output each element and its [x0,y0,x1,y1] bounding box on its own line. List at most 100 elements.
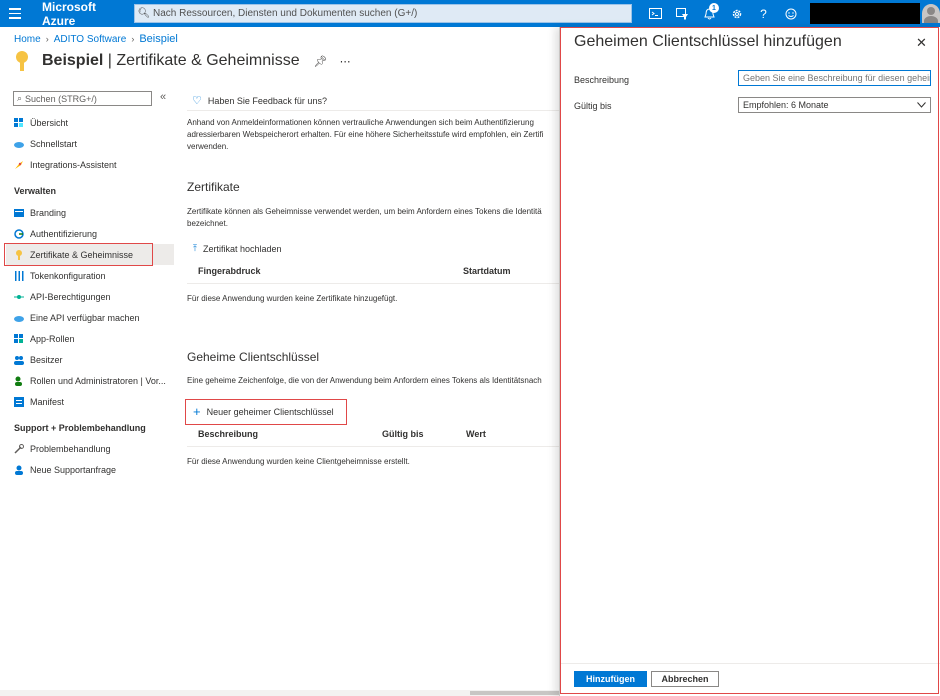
cloud-shell-icon[interactable] [642,0,669,27]
sidebar-item-authentication[interactable]: Authentifizierung [6,223,174,244]
chevron-right-icon: › [45,34,49,44]
sidebar-item-label: API-Berechtigungen [30,291,111,302]
chevron-down-icon [917,100,926,110]
sidebar-item-manifest[interactable]: Manifest [6,391,174,412]
breadcrumb: Home › ADITO Software › Beispiel [14,33,178,45]
feedback-link[interactable]: ♡ Haben Sie Feedback für uns? [192,94,327,107]
secrets-empty: Für diese Anwendung wurden keine Clientg… [187,457,410,466]
feedback-smiley-icon[interactable] [777,0,804,27]
sidebar-search-placeholder: Suchen (STRG+/) [25,93,97,104]
upload-certificate-button[interactable]: ⤒ Zertifikat hochladen [193,243,282,254]
panel-footer-divider [560,663,940,664]
global-search-input[interactable]: 🔍︎ Nach Ressourcen, Diensten und Dokumen… [134,4,632,23]
secrets-line: Eine geheime Zeichenfolge, die von der A… [187,376,542,385]
intro-line-2: adressierbaren Webspeicherort erhalten. … [187,130,544,139]
app-roles-icon [14,333,24,344]
row-divider [187,283,559,284]
certificates-line-2: bezeichnet. [187,219,228,228]
sidebar-item-troubleshooting[interactable]: Problembehandlung [6,438,174,459]
sidebar-item-branding[interactable]: Branding [6,202,174,223]
sidebar-item-new-support-request[interactable]: Neue Supportanfrage [6,459,174,480]
col-value[interactable]: Wert [466,429,486,439]
page-header: Beispiel | Zertifikate & Geheimnisse 📌︎ … [14,50,351,72]
sidebar-item-quickstart[interactable]: Schnellstart [6,133,174,154]
chevron-right-icon: › [131,34,135,44]
valid-until-value: Empfohlen: 6 Monate [743,100,829,110]
main-content: ♡ Haben Sie Feedback für uns? Anhand von… [187,88,559,688]
breadcrumb-home[interactable]: Home [14,34,41,45]
account-info-redacted[interactable] [810,3,920,24]
manifest-icon [14,396,24,407]
sidebar-item-overview[interactable]: Übersicht [6,112,174,133]
gear-icon[interactable] [723,0,750,27]
people-icon [14,355,24,365]
cloud-api-icon [14,313,24,323]
description-input[interactable] [738,70,931,86]
certificates-title: Zertifikate [187,180,240,194]
collapse-sidebar-icon[interactable]: « [160,91,166,103]
page-title: Beispiel | Zertifikate & Geheimnisse [42,52,300,69]
sidebar-item-roles-admins[interactable]: Rollen und Administratoren | Vor... [6,370,174,391]
help-icon[interactable]: ? [750,0,777,27]
roles-admins-icon [14,376,24,386]
upload-certificate-label: Zertifikat hochladen [202,243,282,254]
row-divider [187,446,559,447]
add-button[interactable]: Hinzufügen [574,671,647,687]
breadcrumb-org[interactable]: ADITO Software [54,34,127,45]
menu-icon[interactable] [0,0,30,27]
col-thumbprint[interactable]: Fingerabdruck [198,266,261,276]
sidebar-item-token-configuration[interactable]: Tokenkonfiguration [6,265,174,286]
divider [187,110,559,111]
feedback-label: Haben Sie Feedback für uns? [207,95,327,106]
secrets-title: Geheime Clientschlüssel [187,350,320,364]
sidebar-group-support: Support + Problembehandlung [14,423,146,433]
more-options-icon[interactable]: ⋯ [340,55,351,68]
notifications-icon[interactable]: 1 [696,0,723,27]
authentication-icon [14,228,24,239]
add-client-secret-panel: Geheimen Clientschlüssel hinzufügen ✕ Be… [559,27,940,696]
header-actions: 📌︎ ⋯ [314,55,351,68]
api-permissions-icon [14,292,24,302]
sidebar-group-manage: Verwalten [14,186,57,196]
close-icon[interactable]: ✕ [916,35,927,51]
sidebar-item-label: Übersicht [30,117,69,128]
directory-filter-icon[interactable] [669,0,696,27]
sidebar-item-label: Authentifizierung [30,228,98,239]
sidebar-search-input[interactable]: ⌕ Suchen (STRG+/) [13,91,152,106]
sidebar: ⌕ Suchen (STRG+/) « Übersicht Schnellsta… [0,88,175,688]
sidebar-item-label: Schnellstart [30,138,78,149]
sidebar-item-label: Problembehandlung [30,443,111,454]
description-label: Beschreibung [574,75,630,85]
key-icon [14,50,34,72]
sidebar-item-expose-api[interactable]: Eine API verfügbar machen [6,307,174,328]
sidebar-item-label: Tokenkonfiguration [30,270,106,281]
col-start-date[interactable]: Startdatum [463,266,511,276]
cloud-icon [14,139,24,149]
panel-title: Geheimen Clientschlüssel hinzufügen [574,33,842,50]
sidebar-item-owners[interactable]: Besitzer [6,349,174,370]
wrench-icon [14,443,24,454]
rocket-icon [14,160,24,170]
sidebar-item-app-roles[interactable]: App-Rollen [6,328,174,349]
valid-until-select[interactable]: Empfohlen: 6 Monate [738,97,931,113]
avatar[interactable] [922,4,940,23]
heart-icon: ♡ [192,95,202,107]
sidebar-item-label: Rollen und Administratoren | Vor... [30,375,166,386]
token-icon [14,270,24,281]
sidebar-item-label: Neue Supportanfrage [30,464,117,475]
sidebar-item-api-permissions[interactable]: API-Berechtigungen [6,286,174,307]
certificates-empty: Für diese Anwendung wurden keine Zertifi… [187,294,398,303]
sidebar-item-label: Integrations-Assistent [30,159,117,170]
horizontal-scrollbar[interactable] [0,690,559,696]
scrollbar-thumb[interactable] [470,691,559,695]
cancel-button[interactable]: Abbrechen [651,671,719,687]
col-valid-until[interactable]: Gültig bis [382,429,424,439]
topbar-icons: 1 ? [642,0,804,27]
sidebar-item-integration-assistant[interactable]: Integrations-Assistent [6,154,174,175]
brand-label[interactable]: Microsoft Azure [42,0,130,28]
breadcrumb-current[interactable]: Beispiel [139,33,178,45]
search-icon: 🔍︎ [137,8,151,19]
col-description[interactable]: Beschreibung [198,429,258,439]
pin-icon[interactable]: 📌︎ [314,55,328,68]
support-person-icon [14,465,24,475]
